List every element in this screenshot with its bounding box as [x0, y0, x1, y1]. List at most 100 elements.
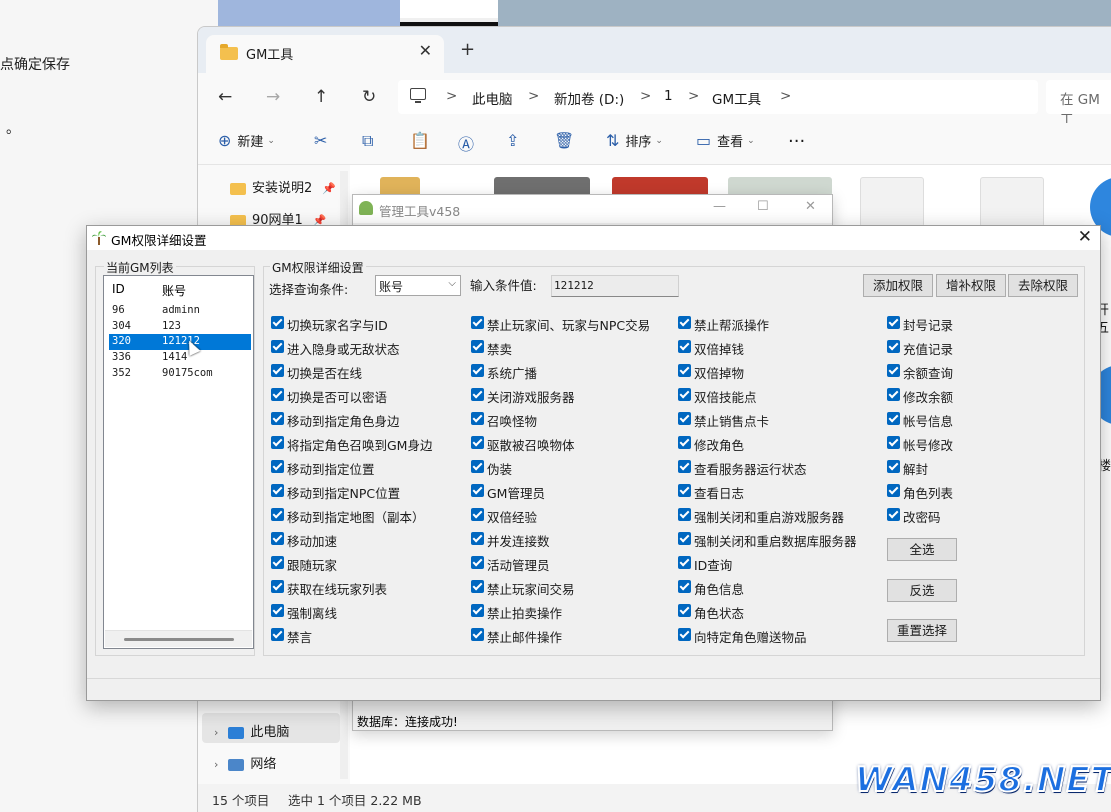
condition-value-input[interactable]: 121212: [551, 275, 679, 297]
checkbox-checked-icon: [678, 412, 691, 425]
new-tab-button[interactable]: +: [460, 39, 475, 60]
share-icon: ⇪: [506, 131, 520, 150]
permission-label: 帐号信息: [903, 414, 954, 429]
permission-label: 获取在线玩家列表: [287, 582, 388, 597]
share-button[interactable]: ⇪: [506, 131, 525, 157]
document-icon[interactable]: [980, 177, 1044, 227]
list-item[interactable]: 352 90175com: [110, 366, 252, 382]
nav-item-network[interactable]: › 网络: [214, 753, 276, 772]
permission-label: 活动管理员: [487, 558, 550, 573]
scrollbar-thumb[interactable]: [124, 638, 234, 641]
permission-label: 禁卖: [487, 342, 513, 357]
list-item[interactable]: 304 123: [110, 319, 252, 335]
checkbox-checked-icon: [471, 412, 484, 425]
clipboard-icon: 📋: [410, 131, 430, 150]
group-caption: 当前GM列表: [104, 259, 176, 276]
column-header-account[interactable]: 账号: [162, 282, 186, 299]
copy-button[interactable]: ⧉: [362, 131, 379, 157]
permission-label: 进入隐身或无敌状态: [287, 342, 400, 357]
checkbox-checked-icon: [271, 316, 284, 329]
db-status-text: 数据库：连接成功!: [357, 715, 458, 729]
checkbox-checked-icon: [887, 412, 900, 425]
checkbox-checked-icon: [271, 628, 284, 641]
watermark-logo: WAN458.NET: [854, 759, 1111, 801]
query-condition-select[interactable]: 账号 ⌵: [375, 275, 461, 296]
back-button[interactable]: ←: [218, 87, 232, 107]
document-icon[interactable]: [860, 177, 924, 227]
checkbox-checked-icon: [271, 484, 284, 497]
rename-button[interactable]: Ⓐ: [458, 131, 480, 157]
close-tab-icon[interactable]: ✕: [419, 41, 432, 60]
checkbox-checked-icon: [271, 436, 284, 449]
supplement-permission-button[interactable]: 增补权限: [936, 274, 1006, 297]
select-all-button[interactable]: 全选: [887, 538, 957, 561]
breadcrumb[interactable]: > 此电脑 > 新加卷 (D:) > 1 > GM工具 >: [398, 80, 1038, 114]
delete-button[interactable]: 🗑: [554, 131, 580, 157]
list-item-selected[interactable]: 320 121212: [109, 334, 251, 350]
checkbox-checked-icon: [471, 532, 484, 545]
chevron-right-icon: ›: [214, 758, 219, 771]
nav-item-quick-access[interactable]: 安装说明2 📌: [230, 177, 336, 196]
explorer-tab[interactable]: GM工具 ✕: [206, 35, 444, 73]
view-button[interactable]: ▭ 查看 ⌄: [696, 131, 755, 157]
breadcrumb-separator: >: [446, 88, 458, 104]
dialog-footer: [87, 678, 1100, 700]
checkbox-checked-icon: [678, 604, 691, 617]
palm-tree-icon: [92, 231, 106, 245]
network-icon: [228, 758, 245, 771]
search-input[interactable]: 在 GM工: [1046, 80, 1111, 128]
checkbox-checked-icon: [887, 484, 900, 497]
permission-label: 查看日志: [694, 486, 745, 501]
checkbox-checked-icon: [887, 508, 900, 521]
permission-label: 并发连接数: [487, 534, 550, 549]
permission-label: 封号记录: [903, 318, 954, 333]
invert-selection-button[interactable]: 反选: [887, 579, 957, 602]
column-header-id[interactable]: ID: [112, 282, 125, 296]
more-options-button[interactable]: ···: [788, 131, 805, 157]
breadcrumb-item[interactable]: GM工具: [712, 88, 761, 108]
permission-label: 充值记录: [903, 342, 954, 357]
permission-label: 修改角色: [694, 438, 745, 453]
breadcrumb-item[interactable]: 新加卷 (D:): [554, 88, 624, 108]
checkbox-checked-icon: [271, 508, 284, 521]
nav-item-this-pc[interactable]: › 此电脑: [214, 721, 289, 740]
sort-button[interactable]: ⇅ 排序 ⌄: [606, 131, 663, 157]
tab-title: GM工具: [246, 48, 294, 63]
close-button[interactable]: ✕: [1078, 227, 1092, 247]
gm-account-list[interactable]: ID 账号 96 adminn 304 123 320 121212 336 1414 …: [103, 275, 254, 649]
add-permission-button[interactable]: 添加权限: [863, 274, 933, 297]
checkbox-checked-icon: [271, 460, 284, 473]
cut-button[interactable]: ✂: [314, 131, 333, 157]
checkbox-checked-icon: [271, 556, 284, 569]
checkbox-checked-icon: [271, 604, 284, 617]
list-item[interactable]: 96 adminn: [110, 303, 252, 319]
refresh-button[interactable]: ↻: [362, 87, 376, 107]
breadcrumb-separator: >: [640, 88, 652, 104]
gm-permission-dialog: GM权限详细设置 ✕ 当前GM列表 ID 账号 96 adminn 304 123 …: [86, 225, 1101, 701]
paste-button[interactable]: 📋: [410, 131, 436, 157]
maximize-button[interactable]: ☐: [757, 199, 769, 214]
breadcrumb-item[interactable]: 此电脑: [472, 88, 513, 108]
checkbox-checked-icon: [887, 340, 900, 353]
up-button[interactable]: ↑: [314, 87, 328, 107]
remove-permission-button[interactable]: 去除权限: [1008, 274, 1078, 297]
sort-icon: ⇅: [606, 131, 620, 150]
permission-label: 强制关闭和重启游戏服务器: [694, 510, 845, 525]
window-title: 管理工具v458: [379, 204, 461, 219]
copy-icon: ⧉: [362, 131, 374, 150]
search-placeholder: 在 GM工: [1060, 92, 1100, 128]
app-icon: [359, 201, 373, 215]
checkbox-checked-icon: [887, 316, 900, 329]
checkbox-checked-icon: [471, 388, 484, 401]
breadcrumb-item[interactable]: 1: [664, 88, 673, 104]
list-item[interactable]: 336 1414: [110, 350, 252, 366]
forward-button[interactable]: →: [266, 87, 280, 107]
checkbox-checked-icon: [471, 556, 484, 569]
view-icon: ▭: [696, 131, 712, 150]
new-button[interactable]: ⊕ 新建 ⌄: [218, 131, 275, 157]
minimize-button[interactable]: —: [713, 199, 726, 214]
permission-label: 禁止帮派操作: [694, 318, 770, 333]
item-count: 15 个项目: [212, 793, 270, 808]
reset-selection-button[interactable]: 重置选择: [887, 619, 957, 642]
close-button[interactable]: ✕: [805, 199, 816, 214]
